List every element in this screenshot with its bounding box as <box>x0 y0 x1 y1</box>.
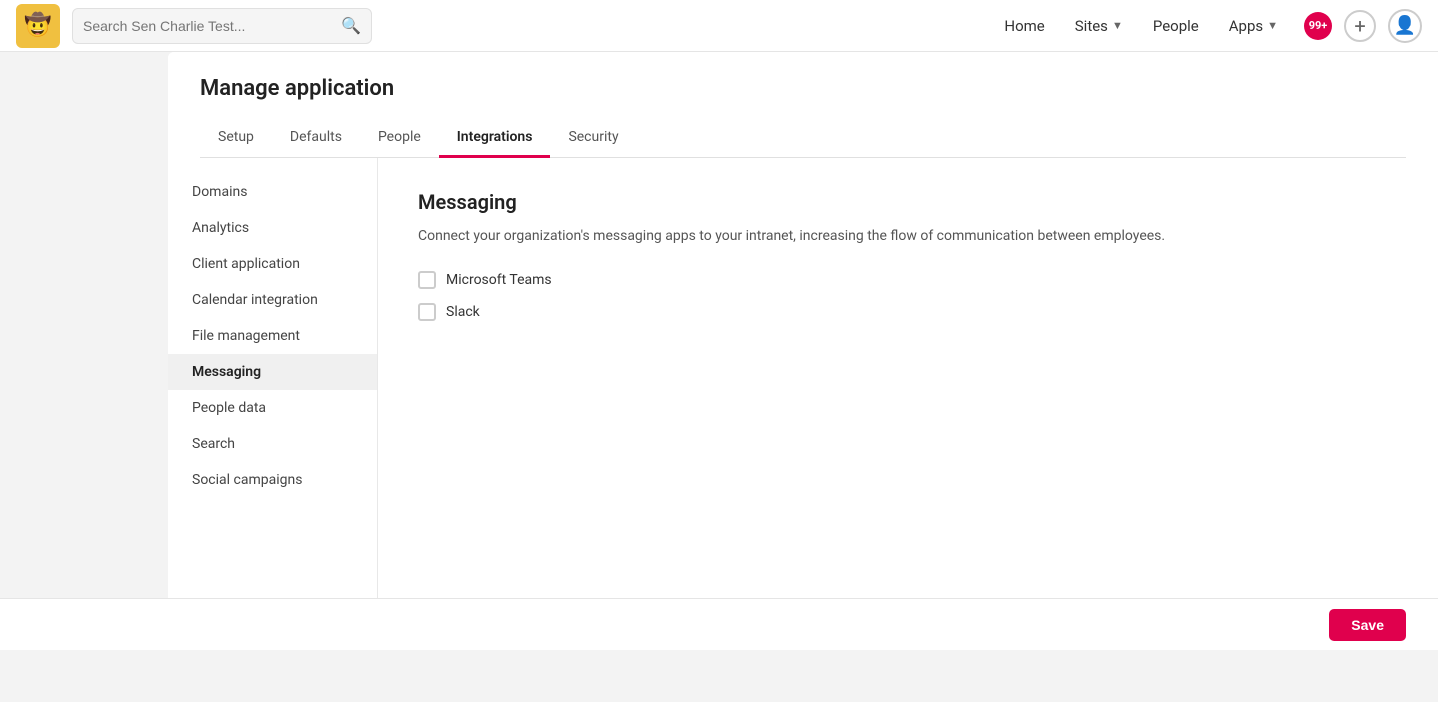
page-footer: Save <box>0 598 1438 650</box>
microsoft-teams-row: Microsoft Teams <box>418 271 1398 289</box>
page-title: Manage application <box>200 76 1406 101</box>
slack-checkbox[interactable] <box>418 303 436 321</box>
chevron-down-icon: ▼ <box>1267 19 1278 32</box>
main-panel: Messaging Connect your organization's me… <box>378 158 1438 650</box>
tab-setup[interactable]: Setup <box>200 119 272 158</box>
slack-label: Slack <box>446 304 480 320</box>
leftnav-domains[interactable]: Domains <box>168 174 377 210</box>
topnav-home[interactable]: Home <box>992 11 1056 41</box>
leftnav-people-data[interactable]: People data <box>168 390 377 426</box>
leftnav-search[interactable]: Search <box>168 426 377 462</box>
user-avatar[interactable]: 👤 <box>1388 9 1422 43</box>
tab-people[interactable]: People <box>360 119 439 158</box>
notification-badge[interactable]: 99+ <box>1304 12 1332 40</box>
topnav-apps[interactable]: Apps ▼ <box>1217 11 1290 41</box>
save-button[interactable]: Save <box>1329 609 1406 641</box>
slack-row: Slack <box>418 303 1398 321</box>
leftnav-social-campaigns[interactable]: Social campaigns <box>168 462 377 498</box>
topnav-links: Home Sites ▼ People Apps ▼ 99+ + 👤 <box>992 9 1422 43</box>
sidebar <box>0 52 168 650</box>
leftnav-messaging[interactable]: Messaging <box>168 354 377 390</box>
topnav-sites[interactable]: Sites ▼ <box>1063 11 1135 41</box>
plus-icon: + <box>1354 14 1365 38</box>
tab-defaults[interactable]: Defaults <box>272 119 360 158</box>
chevron-down-icon: ▼ <box>1112 19 1123 32</box>
tabs: Setup Defaults People Integrations Secur… <box>200 119 1406 158</box>
tab-security[interactable]: Security <box>550 119 636 158</box>
leftnav-client-application[interactable]: Client application <box>168 246 377 282</box>
page-wrapper: Manage application Setup Defaults People… <box>0 52 1438 650</box>
topnav: 🤠 🔍 Home Sites ▼ People Apps ▼ 99+ + 👤 <box>0 0 1438 52</box>
search-icon: 🔍 <box>341 16 361 35</box>
search-bar[interactable]: 🔍 <box>72 8 372 44</box>
microsoft-teams-checkbox[interactable] <box>418 271 436 289</box>
topnav-people[interactable]: People <box>1141 11 1211 41</box>
leftnav-analytics[interactable]: Analytics <box>168 210 377 246</box>
tab-integrations[interactable]: Integrations <box>439 119 551 158</box>
leftnav-calendar-integration[interactable]: Calendar integration <box>168 282 377 318</box>
messaging-title: Messaging <box>418 190 1398 214</box>
inner-layout: Domains Analytics Client application Cal… <box>168 158 1438 650</box>
microsoft-teams-label: Microsoft Teams <box>446 272 552 288</box>
add-button[interactable]: + <box>1344 10 1376 42</box>
page-header: Manage application Setup Defaults People… <box>168 52 1438 158</box>
avatar-icon: 👤 <box>1394 15 1416 36</box>
leftnav: Domains Analytics Client application Cal… <box>168 158 378 650</box>
content-area: Manage application Setup Defaults People… <box>168 52 1438 650</box>
search-input[interactable] <box>83 18 335 34</box>
messaging-description: Connect your organization's messaging ap… <box>418 226 1398 247</box>
leftnav-file-management[interactable]: File management <box>168 318 377 354</box>
logo[interactable]: 🤠 <box>16 4 60 48</box>
